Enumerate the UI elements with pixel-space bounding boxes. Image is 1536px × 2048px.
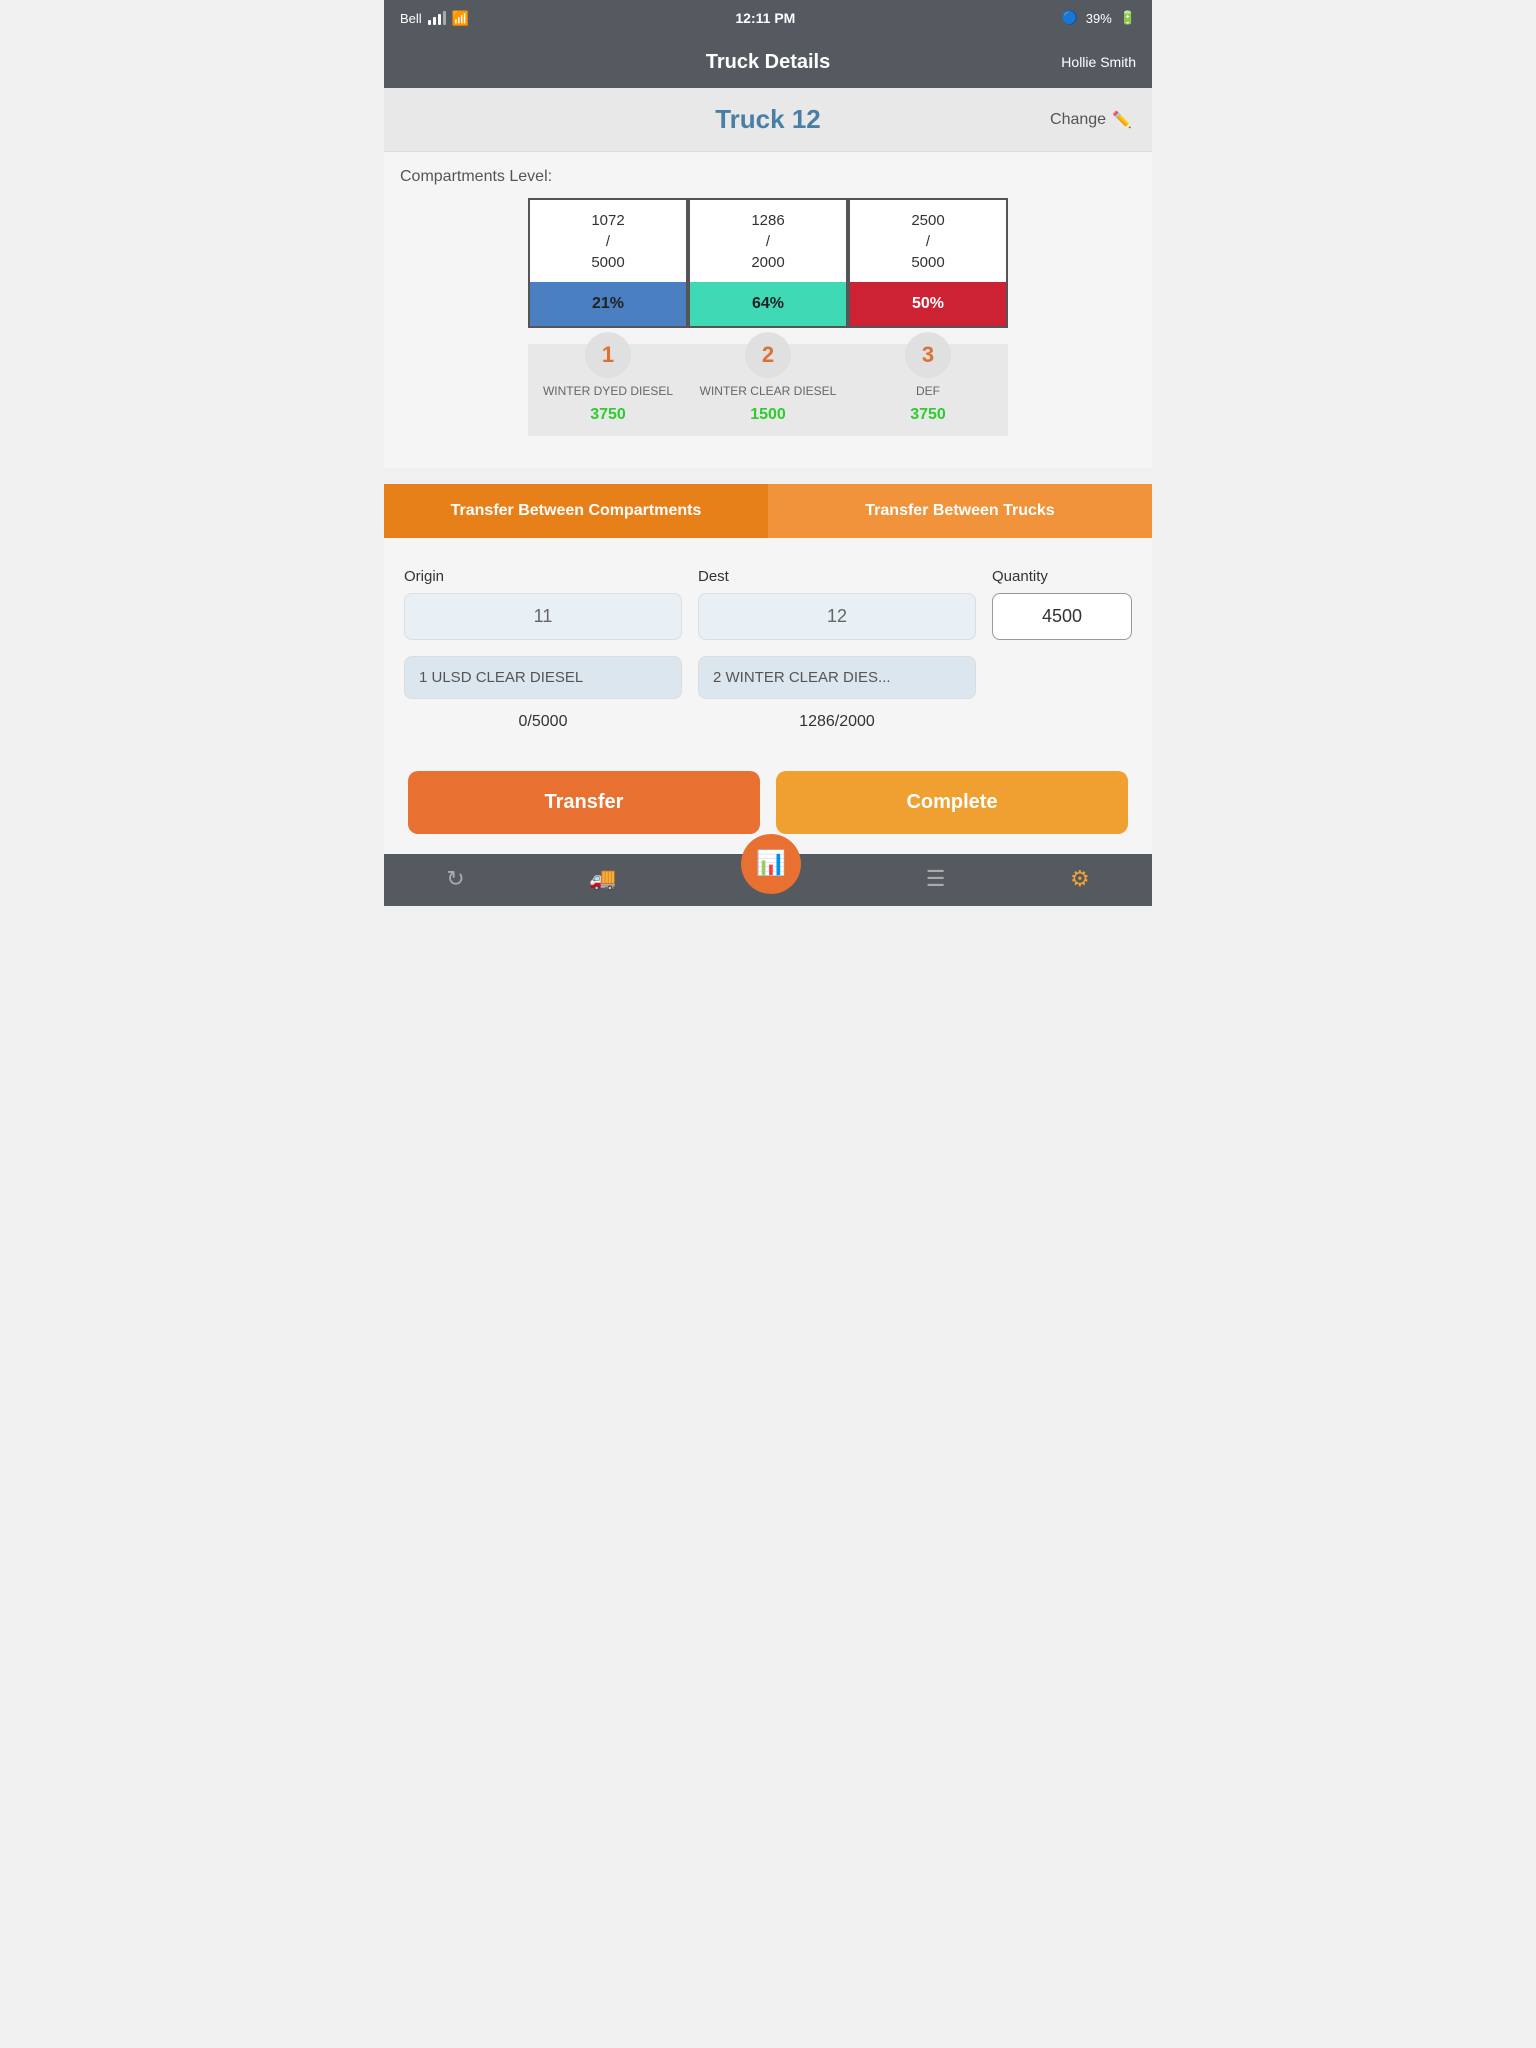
status-right: 🔵 39% 🔋 [1062,10,1136,26]
action-row: Transfer Complete [404,771,1132,834]
nav-user: Hollie Smith [1061,54,1136,70]
form-row-2: 1 ULSD CLEAR DIESEL 0/5000 2 WINTER CLEA… [404,656,1132,731]
comp-amount-1: 3750 [590,406,626,424]
chart-icon: 📊 [756,849,786,878]
carrier-label: Bell [400,11,422,26]
comp-top-2: 1286 / 2000 [690,200,846,282]
comp-percent-2: 64% [752,295,784,313]
complete-button[interactable]: Complete [776,771,1128,834]
comp-number-2: 2 [745,332,791,378]
signal-icon [428,11,446,25]
battery-label: 39% [1086,11,1112,26]
comp-name-2: WINTER CLEAR DIESEL [700,384,837,400]
nav-truck[interactable]: 🚚 [589,866,616,892]
transfer-button[interactable]: Transfer [408,771,760,834]
comp-number-3: 3 [905,332,951,378]
comp-fill-2: 64% [690,282,846,326]
truck-title: Truck 12 [715,104,821,135]
origin-label: Origin [404,568,682,585]
origin-product-col: 1 ULSD CLEAR DIESEL 0/5000 [404,656,682,731]
compartments-bars: 1072 / 5000 21% 1286 / 2000 64% 2500 / [400,198,1136,328]
transfer-form: Origin Dest Quantity 1 ULSD CLEAR DIESEL… [384,538,1152,854]
nav-settings[interactable]: ⚙ [1070,866,1090,892]
nav-refresh[interactable]: ↻ [446,866,464,892]
list-icon: ☰ [926,866,946,892]
gear-icon: ⚙ [1070,866,1090,892]
dest-product-col: 2 WINTER CLEAR DIES... 1286/2000 [698,656,976,731]
tab-transfer-trucks[interactable]: Transfer Between Trucks [768,484,1152,538]
comp-number-1: 1 [585,332,631,378]
comp-amount-3: 3750 [910,406,946,424]
quantity-col: Quantity [992,568,1132,640]
compartments-label: Compartments Level: [400,168,1136,186]
nav-bar: Truck Details Hollie Smith [384,36,1152,88]
refresh-icon: ↻ [446,866,464,892]
main-content: Compartments Level: 1072 / 5000 21% 1286… [384,152,1152,468]
comp-label-2: 2 WINTER CLEAR DIESEL 1500 [688,344,848,436]
dest-input[interactable] [698,593,976,640]
nav-list[interactable]: ☰ [926,866,946,892]
comp-top-1: 1072 / 5000 [530,200,686,282]
comp-percent-3: 50% [912,295,944,313]
origin-col: Origin [404,568,682,640]
dest-product-select[interactable]: 2 WINTER CLEAR DIES... [698,656,976,699]
comp-top-3: 2500 / 5000 [850,200,1006,282]
quantity-input[interactable] [992,593,1132,640]
comp-percent-1: 21% [592,295,624,313]
wifi-icon: 📶 [452,10,469,27]
nav-title: Truck Details [706,51,831,74]
comp-current-3: 2500 [911,210,944,231]
comp-current-1: 1072 [591,210,624,231]
nav-chart-center[interactable]: 📊 [741,834,801,894]
compartment-labels: 1 WINTER DYED DIESEL 3750 2 WINTER CLEAR… [400,344,1136,436]
compartment-bar-2: 1286 / 2000 64% [688,198,848,328]
comp-name-3: DEF [916,384,940,400]
origin-input[interactable] [404,593,682,640]
change-button[interactable]: Change ✏️ [1050,110,1132,130]
tab-container: Transfer Between Compartments Transfer B… [384,484,1152,538]
dest-col: Dest [698,568,976,640]
comp-label-1: 1 WINTER DYED DIESEL 3750 [528,344,688,436]
edit-icon: ✏️ [1112,110,1132,130]
form-row-1: Origin Dest Quantity [404,568,1132,640]
comp-label-3: 3 DEF 3750 [848,344,1008,436]
comp-name-1: WINTER DYED DIESEL [543,384,673,400]
bottom-nav: ↻ 🚚 📊 ☰ ⚙ [384,854,1152,906]
bluetooth-icon: 🔵 [1062,10,1078,26]
origin-capacity: 0/5000 [404,713,682,731]
truck-icon: 🚚 [589,866,616,892]
change-label: Change [1050,111,1106,129]
comp-fill-3: 50% [850,282,1006,326]
status-time: 12:11 PM [735,10,795,26]
status-left: Bell 📶 [400,10,469,27]
compartment-bar-1: 1072 / 5000 21% [528,198,688,328]
dest-capacity: 1286/2000 [698,713,976,731]
truck-header: Truck 12 Change ✏️ [384,88,1152,152]
status-bar: Bell 📶 12:11 PM 🔵 39% 🔋 [384,0,1152,36]
comp-amount-2: 1500 [750,406,786,424]
origin-product-select[interactable]: 1 ULSD CLEAR DIESEL [404,656,682,699]
comp-current-2: 1286 [751,210,784,231]
dest-label: Dest [698,568,976,585]
tab-transfer-compartments[interactable]: Transfer Between Compartments [384,484,768,538]
comp-max-3: 5000 [911,252,944,273]
comp-max-2: 2000 [751,252,784,273]
quantity-label: Quantity [992,568,1132,585]
comp-max-1: 5000 [591,252,624,273]
comp-fill-1: 21% [530,282,686,326]
compartment-bar-3: 2500 / 5000 50% [848,198,1008,328]
battery-icon: 🔋 [1120,10,1136,26]
